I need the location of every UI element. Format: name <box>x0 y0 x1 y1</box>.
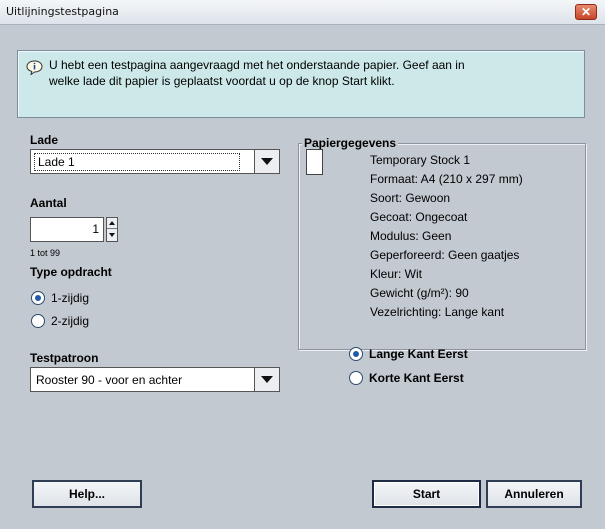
quantity-stepper[interactable] <box>106 217 118 242</box>
tray-select-value: Lade 1 <box>34 152 240 171</box>
job-type-label: Type opdracht <box>30 265 112 279</box>
paper-details-list: Temporary Stock 1 Formaat: A4 (210 x 297… <box>370 151 523 322</box>
quantity-input[interactable]: 1 <box>30 217 104 242</box>
tray-label: Lade <box>30 133 59 147</box>
paper-detail-line: Soort: Gewoon <box>370 191 451 205</box>
close-icon: ✕ <box>580 5 592 19</box>
paper-details-title: Papiergegevens <box>302 136 399 150</box>
radio-unselected-icon[interactable] <box>349 371 363 385</box>
start-button[interactable]: Start <box>372 480 481 508</box>
quantity-range-note: 1 tot 99 <box>30 248 61 258</box>
chevron-down-icon[interactable] <box>254 368 279 391</box>
info-line-2: welke lade dit papier is geplaatst voord… <box>49 74 395 88</box>
radio-1-sided-label: 1-zijdig <box>51 291 90 305</box>
test-pattern-select[interactable]: Rooster 90 - voor en achter <box>30 367 280 392</box>
radio-2-sided-label: 2-zijdig <box>51 314 90 328</box>
quantity-label: Aantal <box>30 196 67 210</box>
info-speech-icon <box>26 60 43 75</box>
radio-1-sided[interactable]: 1-zijdig <box>31 291 89 305</box>
paper-detail-line: Temporary Stock 1 <box>370 153 471 167</box>
long-edge-label: Lange Kant Eerst <box>369 347 468 361</box>
radio-2-sided[interactable]: 2-zijdig <box>31 314 89 328</box>
paper-detail-line: Formaat: A4 (210 x 297 mm) <box>370 172 523 186</box>
cancel-button[interactable]: Annuleren <box>486 480 582 508</box>
paper-detail-line: Geperforeerd: Geen gaatjes <box>370 248 520 262</box>
paper-detail-line: Gecoat: Ongecoat <box>370 210 468 224</box>
close-button[interactable]: ✕ <box>575 4 597 20</box>
paper-detail-line: Kleur: Wit <box>370 267 423 281</box>
stepper-down-icon[interactable] <box>107 229 117 240</box>
short-edge-label: Korte Kant Eerst <box>369 371 464 385</box>
help-button[interactable]: Help... <box>32 480 142 508</box>
tray-select[interactable]: Lade 1 <box>30 149 280 174</box>
info-line-1: U hebt een testpagina aangevraagd met he… <box>49 58 465 72</box>
window-title: Uitlijningstestpagina <box>6 5 119 18</box>
test-pattern-label: Testpatroon <box>30 351 99 365</box>
test-pattern-value: Rooster 90 - voor en achter <box>36 372 183 387</box>
radio-short-edge-first[interactable]: Korte Kant Eerst <box>349 371 464 385</box>
radio-long-edge-first[interactable]: Lange Kant Eerst <box>349 347 468 361</box>
tray-select-value-wrap: Lade 1 <box>31 152 254 171</box>
dialog-body: U hebt een testpagina aangevraagd met he… <box>0 25 605 529</box>
paper-sheet-icon <box>306 149 323 175</box>
paper-detail-line: Vezelrichting: Lange kant <box>370 305 505 319</box>
info-message-text: U hebt een testpagina aangevraagd met he… <box>49 57 569 89</box>
radio-selected-icon[interactable] <box>349 347 363 361</box>
paper-detail-line: Modulus: Geen <box>370 229 452 243</box>
paper-detail-line: Gewicht (g/m²): 90 <box>370 286 469 300</box>
chevron-down-icon[interactable] <box>254 150 279 173</box>
radio-unselected-icon[interactable] <box>31 314 45 328</box>
title-bar: Uitlijningstestpagina ✕ <box>0 0 605 25</box>
stepper-up-icon[interactable] <box>107 218 117 229</box>
radio-selected-icon[interactable] <box>31 291 45 305</box>
info-message-box: U hebt een testpagina aangevraagd met he… <box>17 50 585 118</box>
